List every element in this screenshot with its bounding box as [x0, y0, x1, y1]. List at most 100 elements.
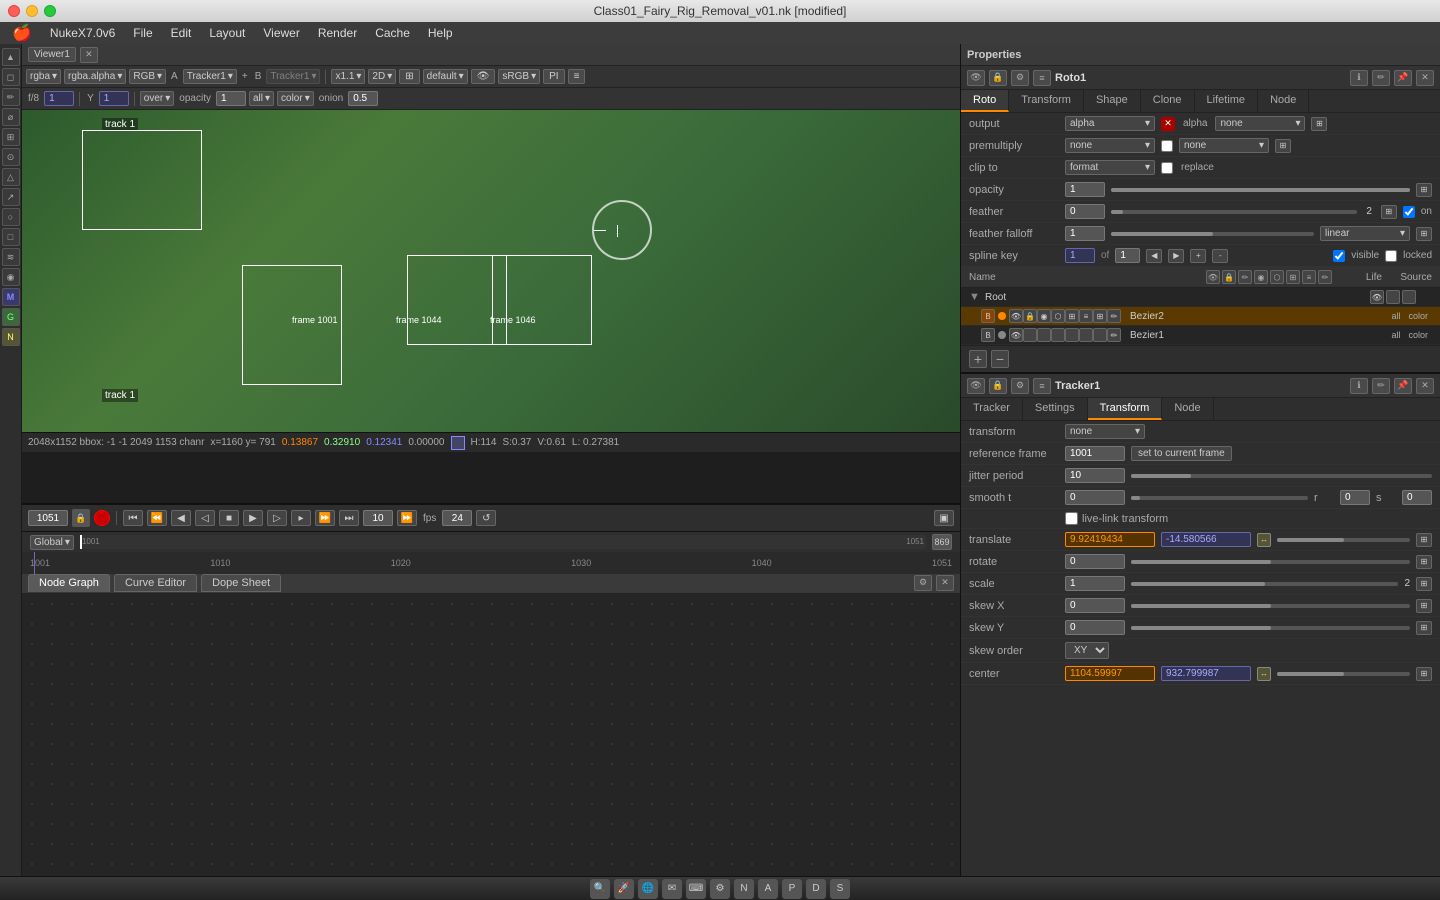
Y-input[interactable]: 1	[99, 91, 129, 106]
tracker-panel-settings[interactable]: ⚙	[1011, 378, 1029, 394]
lut-dropdown[interactable]: default▾	[423, 69, 468, 84]
roto-splinekey-total[interactable]: 1	[1115, 248, 1140, 263]
opacity-input[interactable]: 1	[216, 91, 246, 106]
roto-falloff-type-dropdown[interactable]: linear▾	[1320, 226, 1410, 241]
bezier1-i1[interactable]	[1037, 328, 1051, 342]
tracker-panel-eye[interactable]: 👁	[967, 378, 985, 394]
menu-layout[interactable]: Layout	[201, 24, 253, 42]
layers-add-btn[interactable]: +	[969, 350, 987, 368]
menu-viewer[interactable]: Viewer	[255, 24, 307, 42]
tracker-tab-node[interactable]: Node	[1162, 398, 1213, 420]
bezier1-i6[interactable]: ✏	[1107, 328, 1121, 342]
dock-system-prefs[interactable]: ⚙	[710, 879, 730, 899]
roto-output-x[interactable]: ✕	[1161, 117, 1175, 131]
tracker-r-input[interactable]: 0	[1340, 490, 1370, 505]
tracker-smooth-slider[interactable]	[1131, 496, 1308, 500]
node-graph-close[interactable]: ✕	[936, 575, 954, 591]
bezier1-i3[interactable]	[1065, 328, 1079, 342]
timeline[interactable]: Global▾ 1051 1001 869 1001 1010 1020 103…	[22, 532, 960, 572]
bezier1-i5[interactable]	[1093, 328, 1107, 342]
roto-visible-check[interactable]	[1333, 250, 1345, 262]
tracker-rotate-input[interactable]: 0	[1065, 554, 1125, 569]
roto-output-none-dropdown[interactable]: none▾	[1215, 116, 1305, 131]
tracker-transform-dropdown[interactable]: none▾	[1065, 424, 1145, 439]
channel-dropdown[interactable]: rgba▾	[26, 69, 61, 84]
tool-m[interactable]: M	[2, 288, 20, 306]
tracker-skewy-input[interactable]: 0	[1065, 620, 1125, 635]
prev-frame-btn[interactable]: ⏪	[147, 510, 167, 526]
layers-c1-icon[interactable]: ◉	[1254, 270, 1268, 284]
roto-feather-on-check[interactable]	[1403, 206, 1415, 218]
tab-node-graph[interactable]: Node Graph	[28, 574, 110, 592]
frame-input[interactable]: 1051	[28, 510, 68, 526]
tracker-panel-lock[interactable]: 🔒	[989, 378, 1007, 394]
tracker-pin-btn[interactable]: 📌	[1394, 378, 1412, 394]
tracker-skewx-nav[interactable]: ⊞	[1416, 599, 1432, 613]
tracker-panel-menu[interactable]: ≡	[1033, 378, 1051, 394]
roto-splinekey-nav1[interactable]: ◀	[1146, 249, 1162, 263]
roto-pin-btn[interactable]: 📌	[1394, 70, 1412, 86]
menu-file[interactable]: File	[125, 24, 160, 42]
roto-splinekey-add[interactable]: +	[1190, 249, 1206, 263]
tool-select[interactable]: ◻	[2, 68, 20, 86]
f-input[interactable]: 1	[44, 91, 74, 106]
roto-tab-roto[interactable]: Roto	[961, 90, 1009, 112]
layers-c5-icon[interactable]: ✏	[1318, 270, 1332, 284]
roto-opacity-input[interactable]: 1	[1065, 182, 1105, 197]
over-dropdown[interactable]: over▾	[140, 91, 174, 106]
tool-color[interactable]: ◉	[2, 268, 20, 286]
bezier1-lock[interactable]	[1023, 328, 1037, 342]
roto-feather-slider[interactable]	[1111, 210, 1357, 214]
tracker-tab-tracker[interactable]: Tracker	[961, 398, 1023, 420]
tracker-skewx-slider[interactable]	[1131, 604, 1410, 608]
close-button[interactable]	[8, 5, 20, 17]
bezier2-type-icon[interactable]: B	[981, 309, 995, 323]
dock-app2[interactable]: A	[758, 879, 778, 899]
tracker-livelink-check[interactable]	[1065, 512, 1078, 525]
tracker-setcurrent-btn[interactable]: set to current frame	[1131, 446, 1232, 461]
bezier2-lock[interactable]: 🔒	[1023, 309, 1037, 323]
roto-feather-input[interactable]: 0	[1065, 204, 1105, 219]
tracker-scale-input[interactable]: 1	[1065, 576, 1125, 591]
dock-app1[interactable]: N	[734, 879, 754, 899]
tracker-translate-y-input[interactable]: -14.580566	[1161, 532, 1251, 547]
apple-menu[interactable]: 🍎	[4, 23, 40, 43]
bezier2-color[interactable]	[998, 312, 1006, 320]
viewer-extra2-btn[interactable]: ≡	[568, 69, 586, 84]
node-graph-settings[interactable]: ⚙	[914, 575, 932, 591]
maximize-button[interactable]	[44, 5, 56, 17]
next-frame-btn[interactable]: ⏩	[315, 510, 335, 526]
roto-close-btn[interactable]: ✕	[1416, 70, 1434, 86]
lock-btn[interactable]: 🔒	[72, 509, 90, 527]
bezier2-i3[interactable]: ⊞	[1065, 309, 1079, 323]
roto-opacity-slider[interactable]	[1111, 188, 1410, 192]
layers-lock-icon[interactable]: 🔒	[1222, 270, 1236, 284]
roto-falloff-nav[interactable]: ⊞	[1416, 227, 1432, 241]
bezier1-vis[interactable]: 👁	[1009, 328, 1023, 342]
tracker-skeworder-select[interactable]: XY YX	[1065, 642, 1109, 659]
tool-rect[interactable]: □	[2, 228, 20, 246]
roto-panel-eye[interactable]: 👁	[967, 70, 985, 86]
layers-c2-icon[interactable]: ⬡	[1270, 270, 1284, 284]
onion-input[interactable]: 0.5	[348, 91, 378, 106]
skip-start-btn[interactable]: ⏮	[123, 510, 143, 526]
root-expand[interactable]: ▼	[969, 291, 981, 303]
dock-app3[interactable]: P	[782, 879, 802, 899]
fps-input[interactable]: 24	[442, 510, 472, 526]
display-dropdown[interactable]: RGB▾	[129, 69, 166, 84]
tracker-translate-nav[interactable]: ⊞	[1416, 533, 1432, 547]
A-tracker-dropdown[interactable]: Tracker1▾	[183, 69, 237, 84]
minimize-button[interactable]	[26, 5, 38, 17]
viewer-grid-btn[interactable]: ⊞	[399, 69, 419, 84]
roto-panel-settings[interactable]: ⚙	[1011, 70, 1029, 86]
tool-eraser[interactable]: ⊞	[2, 128, 20, 146]
root-eye[interactable]: 👁	[1370, 290, 1384, 304]
tracker-translate-link[interactable]: ↔	[1257, 533, 1271, 547]
loop-btn[interactable]: ↺	[476, 510, 496, 526]
bezier1-color[interactable]	[998, 331, 1006, 339]
tracker-smooth-input[interactable]: 0	[1065, 490, 1125, 505]
bezier1-i4[interactable]	[1079, 328, 1093, 342]
roto-info-btn[interactable]: ℹ	[1350, 70, 1368, 86]
roto-tab-transform[interactable]: Transform	[1009, 90, 1084, 112]
tool-nuke[interactable]: N	[2, 328, 20, 346]
